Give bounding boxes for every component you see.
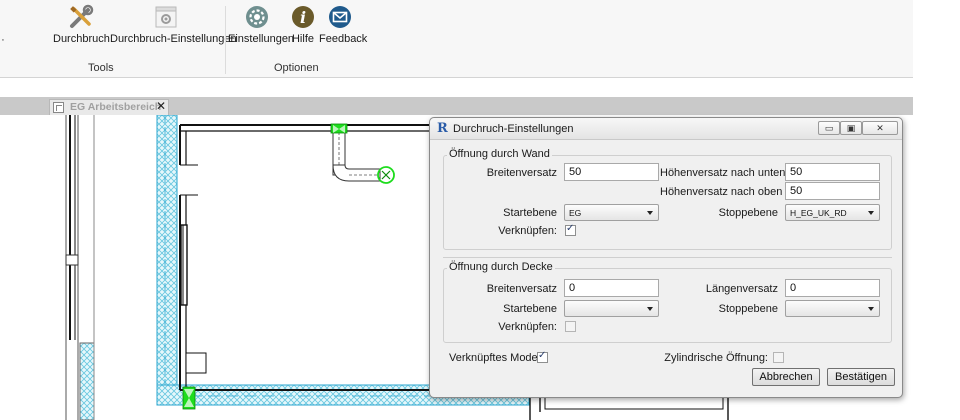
wall-startebene-value: EG — [569, 208, 582, 218]
group-separator — [225, 6, 226, 74]
view-tab-eg-arbeitsbereich[interactable]: EG Arbeitsbereich ✕ — [49, 99, 169, 115]
durchbruch-button[interactable]: Durchbruch — [53, 4, 110, 50]
ceiling-opening-legend: Öffnung durch Decke — [447, 261, 555, 273]
verknuepftes-modell-label: Verknüpftes Modell: — [449, 352, 546, 364]
ceiling-stoppebene-label: Stoppebene — [718, 303, 778, 315]
maximize-button[interactable]: ▣ — [840, 121, 862, 135]
ceiling-verknuepfen-checkbox[interactable] — [565, 321, 576, 332]
bestaetigen-button[interactable]: Bestätigen — [827, 368, 895, 386]
tools-icon — [70, 4, 94, 28]
dialog-title-bar[interactable]: R Durchruch-Einstellungen ▭ ▣ ✕ — [430, 118, 902, 140]
hilfe-button[interactable]: i Hilfe — [290, 4, 316, 50]
wall-breitenversatz-input[interactable]: 50 — [564, 163, 659, 181]
wall-stoppebene-value: H_EG_UK_RD — [790, 208, 847, 218]
wall-startebene-dropdown[interactable]: EG — [564, 204, 659, 221]
wall-stoppebene-label: Stoppebene — [718, 207, 778, 219]
close-icon[interactable]: ✕ — [156, 99, 166, 113]
durchbruch-einstellungen-button[interactable]: Durchbruch-Einstellungen — [110, 4, 237, 50]
ribbon-edge — [913, 0, 960, 78]
mail-icon — [329, 6, 351, 28]
chevron-down-icon — [647, 307, 653, 311]
wall-verknuepfen-checkbox[interactable] — [565, 223, 576, 236]
feedback-button[interactable]: Feedback — [319, 4, 368, 50]
abbrechen-button[interactable]: Abbrechen — [752, 368, 820, 386]
wall-hoehen-oben-label: Höhenversatz nach oben — [660, 186, 783, 198]
ceiling-laengenversatz-label: Längenversatz — [705, 283, 778, 295]
opening-markers — [182, 123, 395, 410]
zylindrische-oeffnung-label: Zylindrische Öffnung: — [664, 352, 768, 364]
ceiling-breitenversatz-label: Breitenversatz — [486, 283, 557, 295]
ceiling-verknuepfen-label: Verknüpfen: — [498, 321, 557, 333]
group-divider — [443, 257, 892, 258]
floor-plan-icon — [53, 102, 64, 113]
wall-startebene-label: Startebene — [503, 207, 557, 219]
wall-breitenversatz-label: Breitenversatz — [486, 167, 557, 179]
chevron-down-icon — [868, 211, 874, 215]
gear-icon — [246, 6, 268, 28]
wall-verknuepfen-label: Verknüpfen: — [498, 225, 557, 237]
ceiling-startebene-label: Startebene — [503, 303, 557, 315]
left-wall-strip — [65, 115, 95, 420]
group-label-tools: Tools — [88, 62, 114, 74]
durchbruch-einstellungen-dialog: R Durchruch-Einstellungen ▭ ▣ ✕ Öffnung … — [429, 117, 903, 398]
group-label-optionen: Optionen — [274, 62, 319, 74]
info-icon: i — [292, 6, 314, 28]
view-tab-title: EG Arbeitsbereich — [70, 101, 162, 113]
feedback-label: Feedback — [319, 33, 368, 45]
ceiling-breitenversatz-input[interactable]: 0 — [564, 279, 659, 297]
durchbruch-einstellungen-label: Durchbruch-Einstellungen — [110, 33, 237, 45]
hilfe-label: Hilfe — [291, 33, 314, 45]
wall-stoppebene-dropdown[interactable]: H_EG_UK_RD — [785, 204, 880, 221]
ceiling-stoppebene-dropdown[interactable] — [785, 300, 880, 317]
ceiling-laengenversatz-input[interactable]: 0 — [785, 279, 880, 297]
wall-hoehen-oben-input[interactable]: 50 — [785, 182, 880, 200]
ribbon-cut-prefix: · — [1, 34, 5, 46]
ribbon: · Durchbruch Durchbruch-Einstellungen Ei… — [0, 0, 913, 78]
wall-opening-legend: Öffnung durch Wand — [447, 148, 552, 160]
zylindrische-oeffnung-checkbox[interactable] — [773, 352, 784, 363]
chevron-down-icon — [868, 307, 874, 311]
wall-hoehen-unten-input[interactable]: 50 — [785, 163, 880, 181]
ceiling-startebene-dropdown[interactable] — [564, 300, 659, 317]
close-button[interactable]: ✕ — [862, 121, 898, 135]
dialog-title: Durchruch-Einstellungen — [453, 123, 574, 135]
chevron-down-icon — [647, 211, 653, 215]
wall-hoehen-unten-label: Höhenversatz nach unten — [660, 167, 786, 179]
revit-logo-icon: R — [437, 121, 448, 136]
svg-text:i: i — [300, 8, 306, 27]
verknuepftes-modell-checkbox[interactable] — [537, 350, 548, 363]
minimize-button[interactable]: ▭ — [818, 121, 840, 135]
einstellungen-label: Einstellungen — [228, 33, 295, 45]
settings-window-icon — [155, 6, 177, 28]
einstellungen-button[interactable]: Einstellungen — [228, 4, 295, 50]
durchbruch-label: Durchbruch — [53, 33, 110, 45]
